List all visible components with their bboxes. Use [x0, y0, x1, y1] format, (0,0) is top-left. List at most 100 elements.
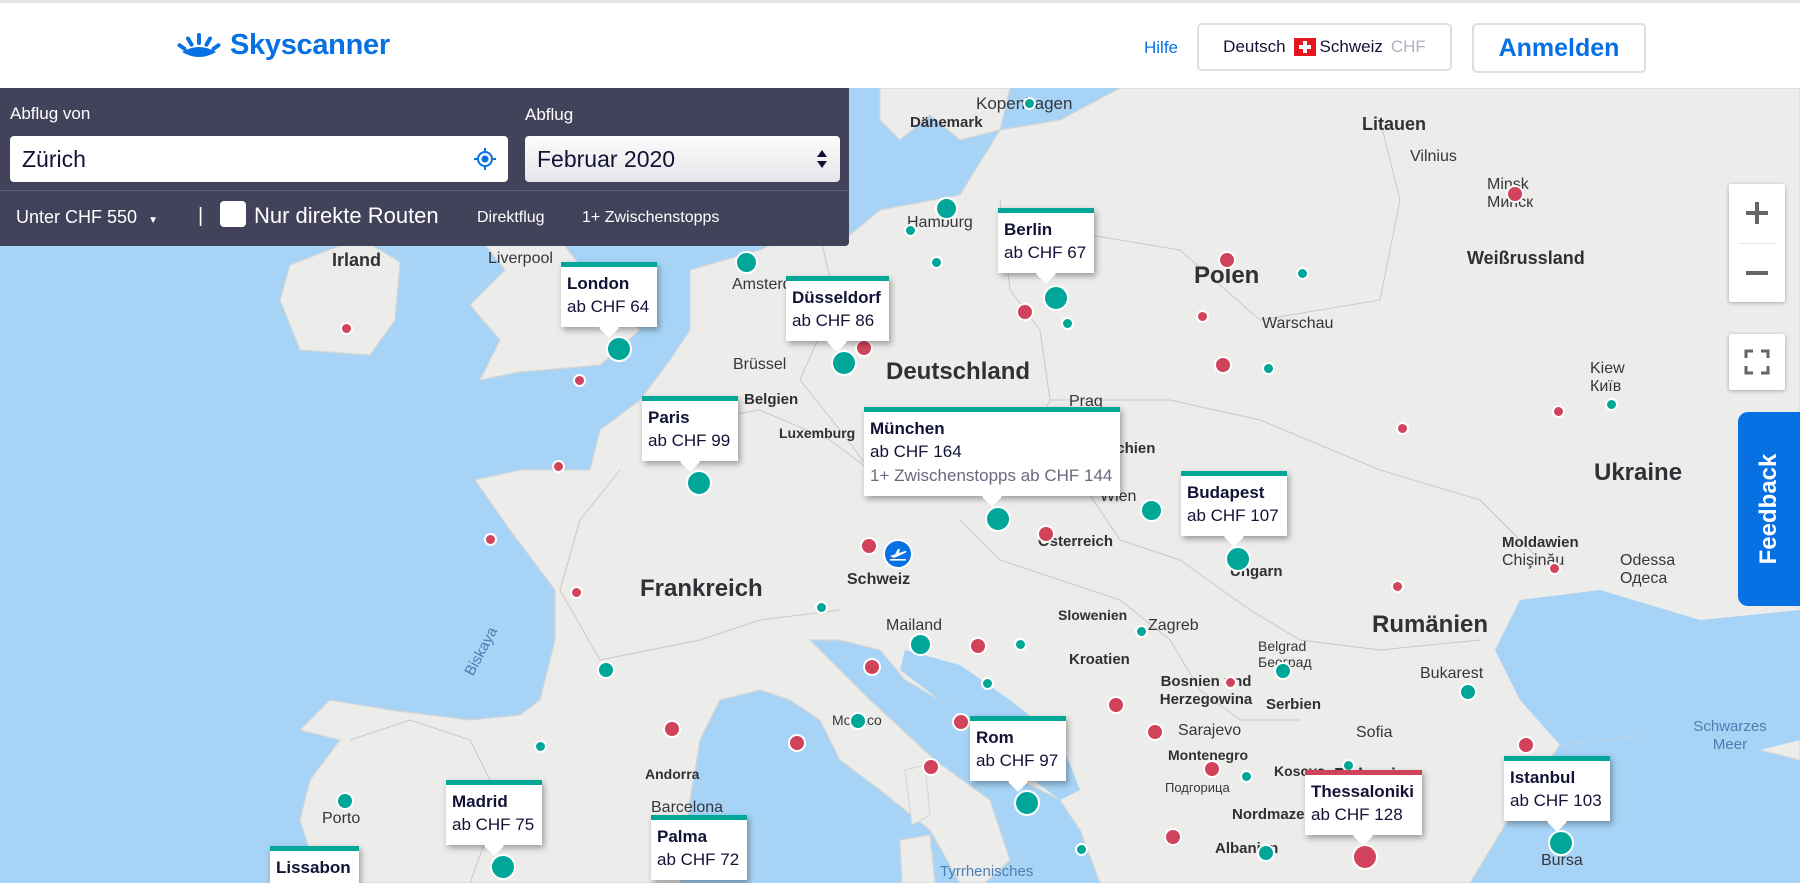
direct-routes-label[interactable]: Nur direkte Routen — [254, 203, 439, 229]
pin-marker-rome[interactable] — [1014, 790, 1040, 816]
destination-dot[interactable] — [1506, 185, 1524, 203]
top-header: Skyscanner Hilfe Deutsch Schweiz CHF Anm… — [0, 0, 1800, 88]
price-pin-madrid[interactable]: Madrid ab CHF 75 — [446, 780, 543, 856]
destination-dot[interactable] — [860, 537, 878, 555]
departure-month-select[interactable]: Februar 2020 — [525, 136, 840, 182]
price-pin-duesseldorf[interactable]: Düsseldorf ab CHF 86 — [786, 276, 889, 352]
pin-marker-thessaloniki[interactable] — [1352, 844, 1378, 870]
price-pin-budapest[interactable]: Budapest ab CHF 107 — [1181, 471, 1287, 547]
destination-dot[interactable] — [1107, 696, 1125, 714]
pin-marker-madrid[interactable] — [490, 854, 516, 880]
destination-dot[interactable] — [1391, 580, 1404, 593]
price-pin-lisbon[interactable]: Lissabon — [270, 846, 359, 883]
pin-marker-london[interactable] — [606, 336, 632, 362]
destination-dot[interactable] — [1517, 736, 1535, 754]
destination-dot[interactable] — [981, 677, 994, 690]
destination-dot[interactable] — [969, 637, 987, 655]
destination-dot[interactable] — [855, 339, 873, 357]
destination-dot[interactable] — [909, 633, 932, 656]
pin-marker-berlin[interactable] — [1043, 285, 1069, 311]
price-pin-london[interactable]: London ab CHF 64 — [561, 262, 658, 338]
city-label-belgrade: Belgrad — [1258, 638, 1307, 654]
destination-dot[interactable] — [484, 533, 497, 546]
destination-dot[interactable] — [1240, 770, 1253, 783]
destination-dot[interactable] — [573, 374, 586, 387]
destination-dot[interactable] — [340, 322, 353, 335]
destination-dot[interactable] — [904, 224, 917, 237]
pin-marker-duesseldorf[interactable] — [831, 350, 857, 376]
pin-marker-munich[interactable] — [985, 506, 1011, 532]
price-pin-munich[interactable]: München ab CHF 164 1+ Zwischenstopps ab … — [864, 407, 1121, 507]
zoom-out-button[interactable] — [1729, 244, 1785, 302]
destination-dot[interactable] — [1014, 638, 1027, 651]
locate-me-icon[interactable] — [474, 148, 496, 170]
destination-dot[interactable] — [1061, 317, 1074, 330]
destination-dot[interactable] — [1164, 828, 1182, 846]
destination-dot[interactable] — [1023, 97, 1036, 110]
destination-dot[interactable] — [1037, 525, 1055, 543]
destination-dot[interactable] — [1274, 662, 1292, 680]
help-link[interactable]: Hilfe — [1144, 38, 1178, 58]
destination-dot[interactable] — [552, 460, 565, 473]
price-pin-istanbul[interactable]: Istanbul ab CHF 103 — [1504, 756, 1610, 832]
destination-dot[interactable] — [1196, 310, 1209, 323]
destination-dot[interactable] — [849, 712, 867, 730]
destination-dot[interactable] — [1605, 398, 1618, 411]
destination-dot[interactable] — [935, 197, 958, 220]
destination-dot[interactable] — [1218, 251, 1236, 269]
pin-price: ab CHF 67 — [1004, 243, 1087, 262]
pin-city-name: Rom — [976, 728, 1014, 747]
destination-dot[interactable] — [1459, 683, 1477, 701]
fullscreen-icon — [1744, 349, 1770, 375]
destination-dot[interactable] — [1262, 362, 1275, 375]
feedback-tab[interactable]: Feedback — [1738, 412, 1800, 606]
price-pin-berlin[interactable]: Berlin ab CHF 67 — [998, 208, 1095, 284]
skyscanner-logo[interactable]: Skyscanner — [176, 29, 390, 62]
destination-dot[interactable] — [930, 256, 943, 269]
fullscreen-button[interactable] — [1729, 334, 1785, 390]
destination-dot[interactable] — [1224, 676, 1237, 689]
pin-marker-budapest[interactable] — [1225, 546, 1251, 572]
price-filter-label: Unter CHF 550 — [16, 207, 138, 227]
destination-dot[interactable] — [1140, 499, 1163, 522]
zoom-in-button[interactable] — [1729, 184, 1785, 242]
destination-dot[interactable] — [1146, 723, 1164, 741]
destination-dot[interactable] — [1296, 267, 1309, 280]
destination-dot[interactable] — [922, 758, 940, 776]
origin-input[interactable]: Zürich — [10, 136, 508, 182]
direct-routes-checkbox[interactable] — [220, 201, 246, 227]
destination-dot[interactable] — [788, 734, 806, 752]
destination-dot[interactable] — [663, 720, 681, 738]
origin-airport-marker[interactable] — [883, 539, 913, 569]
legend-stopover[interactable]: 1+ Zwischenstopps — [582, 209, 719, 227]
legend-direct-flight[interactable]: Direktflug — [477, 209, 545, 227]
destination-dot[interactable] — [1257, 844, 1275, 862]
destination-dot[interactable] — [735, 251, 758, 274]
destination-dot[interactable] — [1075, 843, 1088, 856]
destination-dot[interactable] — [597, 661, 615, 679]
destination-dot[interactable] — [863, 658, 881, 676]
destination-dot[interactable] — [1214, 356, 1232, 374]
pin-marker-paris[interactable] — [686, 470, 712, 496]
destination-dot[interactable] — [1203, 760, 1221, 778]
price-pin-paris[interactable]: Paris ab CHF 99 — [642, 396, 739, 472]
signin-button[interactable]: Anmelden — [1472, 23, 1646, 73]
destination-dot[interactable] — [1552, 405, 1565, 418]
destination-dot[interactable] — [1396, 422, 1409, 435]
destination-dot[interactable] — [570, 586, 583, 599]
destination-dot[interactable] — [1016, 303, 1034, 321]
price-pin-rome[interactable]: Rom ab CHF 97 — [970, 716, 1067, 792]
destination-dot[interactable] — [1548, 562, 1561, 575]
pin-marker-istanbul[interactable] — [1548, 830, 1574, 856]
price-pin-palma[interactable]: Palma ab CHF 72 — [651, 815, 748, 880]
destination-dot[interactable] — [952, 713, 970, 731]
country-label-switzerland: Schweiz — [847, 571, 911, 588]
destination-dot[interactable] — [534, 740, 547, 753]
locale-button[interactable]: Deutsch Schweiz CHF — [1197, 23, 1452, 71]
country-label-denmark: Dänemark — [910, 114, 983, 131]
destination-dot[interactable] — [815, 601, 828, 614]
destination-dot[interactable] — [1135, 625, 1148, 638]
price-pin-thessaloniki[interactable]: Thessaloniki ab CHF 128 — [1305, 770, 1422, 846]
price-filter-dropdown[interactable]: Unter CHF 550 ▼ — [16, 207, 158, 228]
destination-dot[interactable] — [336, 792, 354, 810]
